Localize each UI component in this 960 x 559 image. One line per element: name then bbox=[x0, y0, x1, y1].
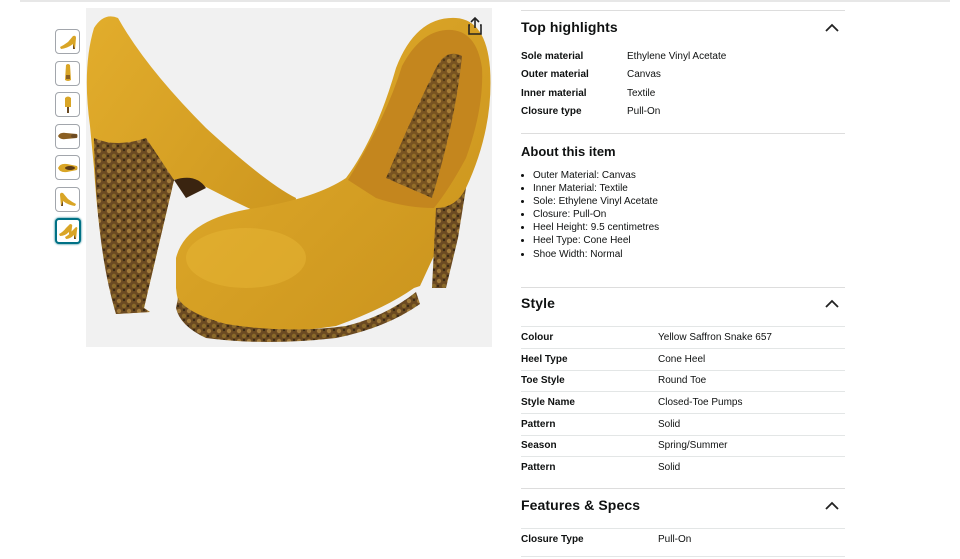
shoe-side-icon bbox=[59, 35, 76, 49]
top-highlights-header[interactable]: Top highlights bbox=[521, 15, 845, 39]
row-divider bbox=[521, 370, 845, 371]
thumbnail-2[interactable] bbox=[55, 60, 80, 86]
row-divider bbox=[521, 435, 845, 436]
shoe-sole-icon bbox=[57, 132, 77, 140]
product-page: Top highlights Sole material Ethylene Vi… bbox=[0, 0, 960, 559]
features-label: Closure Type bbox=[521, 534, 584, 545]
style-value: Solid bbox=[658, 462, 681, 473]
main-product-image[interactable] bbox=[86, 8, 492, 347]
share-icon bbox=[468, 16, 482, 35]
thumbnail-strip bbox=[55, 29, 82, 251]
style-value: Closed-Toe Pumps bbox=[658, 397, 743, 408]
section-divider bbox=[521, 488, 845, 489]
features-title: Features & Specs bbox=[521, 497, 641, 513]
highlight-label: Closure type bbox=[521, 106, 582, 117]
about-title: About this item bbox=[521, 144, 616, 159]
style-value: Round Toe bbox=[658, 375, 707, 386]
style-label: Heel Type bbox=[521, 354, 568, 365]
chevron-up-icon[interactable] bbox=[825, 23, 839, 32]
style-label: Colour bbox=[521, 332, 554, 343]
shoe-back-icon bbox=[64, 96, 71, 113]
style-value: Yellow Saffron Snake 657 bbox=[658, 332, 772, 343]
style-header[interactable]: Style bbox=[521, 291, 845, 315]
about-bullet: Outer Material: Canvas bbox=[533, 169, 659, 182]
style-label: Pattern bbox=[521, 419, 556, 430]
thumbnail-7-selected[interactable] bbox=[55, 218, 81, 244]
thumbnail-5[interactable] bbox=[55, 155, 80, 180]
shoe-front-icon bbox=[64, 64, 71, 81]
highlight-value: Pull-On bbox=[627, 106, 661, 117]
thumbnail-6[interactable] bbox=[55, 186, 80, 212]
about-bullet: Sole: Ethylene Vinyl Acetate bbox=[533, 195, 659, 208]
highlight-label: Sole material bbox=[521, 51, 584, 62]
thumbnail-4[interactable] bbox=[55, 123, 80, 149]
top-divider bbox=[20, 0, 950, 2]
about-bullet-list: Outer Material: Canvas Inner Material: T… bbox=[521, 169, 659, 261]
about-bullet: Shoe Width: Normal bbox=[533, 248, 659, 261]
chevron-up-icon[interactable] bbox=[825, 299, 839, 308]
style-label: Pattern bbox=[521, 462, 556, 473]
about-bullet: Closure: Pull-On bbox=[533, 208, 659, 221]
style-label: Toe Style bbox=[521, 375, 565, 386]
share-button[interactable] bbox=[466, 16, 484, 36]
highlight-value: Canvas bbox=[627, 69, 661, 80]
features-header[interactable]: Features & Specs bbox=[521, 493, 845, 517]
about-bullet: Inner Material: Textile bbox=[533, 182, 659, 195]
chevron-up-icon[interactable] bbox=[825, 501, 839, 510]
style-title: Style bbox=[521, 295, 555, 311]
features-value: Pull-On bbox=[658, 534, 692, 545]
highlight-label: Inner material bbox=[521, 88, 587, 99]
row-divider bbox=[521, 556, 845, 557]
style-value: Cone Heel bbox=[658, 354, 706, 365]
highlight-value: Textile bbox=[627, 88, 656, 99]
shoe-side-icon bbox=[59, 192, 76, 206]
row-divider bbox=[521, 456, 845, 457]
about-bullet: Heel Type: Cone Heel bbox=[533, 234, 659, 247]
style-value: Solid bbox=[658, 419, 681, 430]
section-divider bbox=[521, 133, 845, 134]
shoe-top-icon bbox=[57, 163, 77, 172]
section-divider bbox=[521, 287, 845, 288]
shoe-pair-icon bbox=[59, 224, 78, 239]
thumbnail-3[interactable] bbox=[55, 92, 80, 117]
section-divider bbox=[521, 10, 845, 11]
thumbnail-1[interactable] bbox=[55, 29, 80, 54]
row-divider bbox=[521, 348, 845, 349]
row-divider bbox=[521, 413, 845, 414]
top-highlights-title: Top highlights bbox=[521, 19, 618, 35]
row-divider bbox=[521, 528, 845, 529]
highlight-label: Outer material bbox=[521, 69, 589, 80]
highlight-value: Ethylene Vinyl Acetate bbox=[627, 51, 727, 62]
row-divider bbox=[521, 326, 845, 327]
row-divider bbox=[521, 391, 845, 392]
style-label: Season bbox=[521, 440, 557, 451]
about-bullet: Heel Height: 9.5 centimetres bbox=[533, 221, 659, 234]
style-label: Style Name bbox=[521, 397, 575, 408]
yellow-pumps-illustration bbox=[86, 16, 491, 342]
style-value: Spring/Summer bbox=[658, 440, 728, 451]
